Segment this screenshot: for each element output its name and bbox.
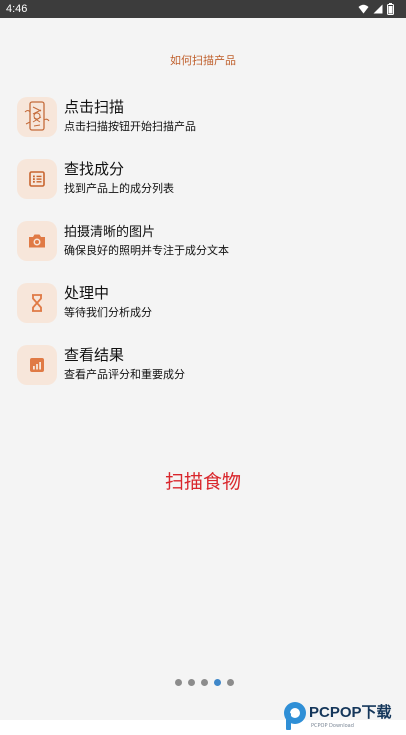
battery-icon (387, 3, 394, 15)
page-dot[interactable] (175, 679, 182, 686)
step-description: 等待我们分析成分 (64, 306, 152, 319)
step-description: 找到产品上的成分列表 (64, 182, 174, 195)
page-dot[interactable] (227, 679, 234, 686)
pcpop-logo-icon (282, 701, 308, 735)
step-title: 查看结果 (64, 346, 125, 364)
status-icons (358, 3, 394, 15)
page-dot-active[interactable] (214, 679, 221, 686)
step-item-processing: 处理中 等待我们分析成分 (17, 283, 397, 325)
step-title: 拍摄清晰的图片 (64, 225, 156, 240)
signal-icon (373, 4, 383, 14)
step-title: 处理中 (64, 284, 110, 302)
step-item-view-results: 查看结果 查看产品评分和重要成分 (17, 345, 397, 387)
wifi-icon (358, 4, 369, 14)
status-bar: 4:46 (0, 0, 406, 18)
step-item-find-ingredients: 查找成分 找到产品上的成分列表 (17, 159, 397, 201)
camera-icon (17, 221, 57, 261)
list-icon (17, 159, 57, 199)
step-title: 点击扫描 (64, 98, 125, 116)
chart-icon (17, 345, 57, 385)
step-description: 点击扫描按钮开始扫描产品 (64, 120, 196, 133)
page-dot[interactable] (188, 679, 195, 686)
watermark-brand: PCPOP下载 (309, 704, 392, 721)
onboarding-panel: 如何扫描产品 点击扫描 点击扫描按钮开始扫描产品 查找成分 找到产品上的成分列表… (0, 18, 406, 730)
hourglass-icon (17, 283, 57, 323)
watermark: PCPOP下载 PCPOP Download (282, 701, 406, 735)
page-title: 如何扫描产品 (170, 54, 236, 67)
status-time: 4:46 (6, 3, 28, 15)
page-indicator (175, 679, 234, 687)
page-dot[interactable] (201, 679, 208, 686)
step-description: 查看产品评分和重要成分 (64, 368, 185, 381)
step-title: 查找成分 (64, 160, 125, 178)
step-description: 确保良好的照明并专注于成分文本 (64, 244, 229, 257)
watermark-subtext: PCPOP Download (311, 723, 354, 729)
step-item-tap-scan: 点击扫描 点击扫描按钮开始扫描产品 (17, 97, 397, 139)
step-item-take-photo: 拍摄清晰的图片 确保良好的照明并专注于成分文本 (17, 221, 397, 263)
scan-illustration-icon (17, 97, 57, 137)
scan-food-button[interactable]: 扫描食物 (140, 466, 266, 498)
